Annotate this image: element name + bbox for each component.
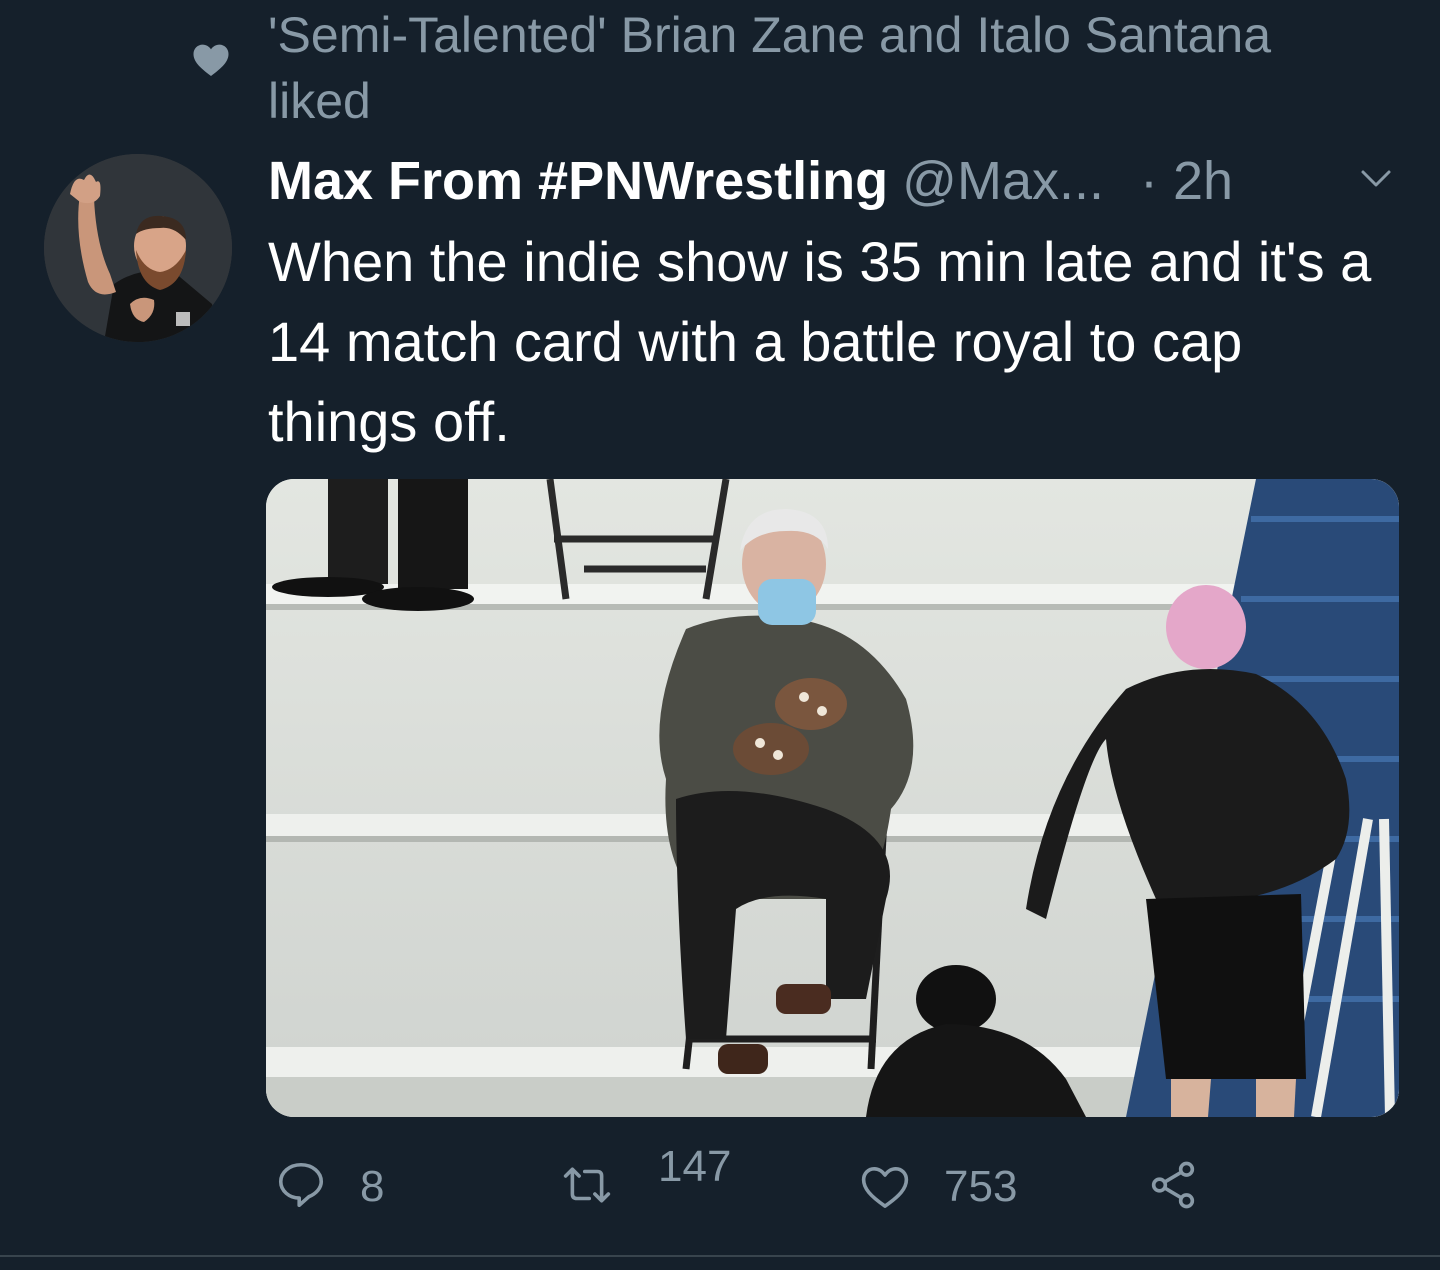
- tweet-page: 'Semi-Talented' Brian Zane and Italo San…: [0, 0, 1440, 1270]
- retweet-count: 147: [658, 1142, 732, 1191]
- author-handle[interactable]: @Max...: [902, 151, 1104, 211]
- like-icon[interactable]: [858, 1160, 912, 1214]
- reply-icon[interactable]: [274, 1158, 328, 1212]
- author-name[interactable]: Max From #PNWrestling: [268, 151, 888, 211]
- avatar[interactable]: [44, 154, 232, 342]
- retweet-icon[interactable]: [560, 1158, 614, 1212]
- tweet-actions: 8 147 753: [0, 1140, 1440, 1230]
- tweet-header: Max From #PNWrestling @Max... · 2h: [268, 146, 1398, 216]
- avatar-photo: [44, 154, 232, 342]
- tweet-text: When the indie show is 35 min late and i…: [268, 230, 1372, 453]
- divider: [0, 1255, 1440, 1257]
- tweet-time[interactable]: · 2h: [1140, 151, 1233, 211]
- heart-icon: [193, 44, 229, 76]
- reply-count: 8: [360, 1162, 385, 1211]
- tweet-photo[interactable]: [266, 479, 1399, 1117]
- like-count: 753: [944, 1162, 1018, 1211]
- share-icon[interactable]: [1146, 1158, 1200, 1212]
- chevron-down-icon[interactable]: [1360, 168, 1392, 190]
- social-context-text[interactable]: 'Semi-Talented' Brian Zane and Italo San…: [268, 2, 1368, 134]
- photo-illustration: [266, 479, 1399, 1117]
